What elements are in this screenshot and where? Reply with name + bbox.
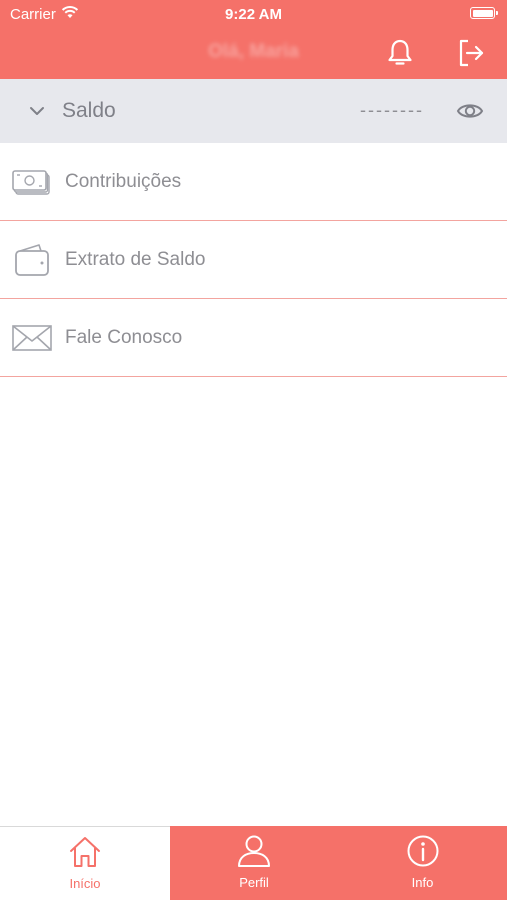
menu-item-fale-conosco[interactable]: Fale Conosco: [0, 299, 507, 377]
status-time: 9:22 AM: [225, 6, 282, 23]
battery-icon: [470, 7, 498, 19]
tab-bar: Início Perfil Info: [0, 826, 507, 900]
mail-icon: [12, 325, 52, 351]
chevron-down-icon[interactable]: [28, 102, 46, 120]
tab-info[interactable]: Info: [338, 826, 507, 900]
user-icon: [238, 835, 270, 867]
eye-icon[interactable]: [456, 98, 484, 124]
home-icon: [70, 837, 100, 867]
page-title: Olá, Maria: [208, 41, 299, 62]
menu-item-label: Extrato de Saldo: [65, 249, 206, 270]
info-icon: [407, 835, 438, 867]
wallet-icon: [15, 244, 49, 276]
menu-item-contribuicoes[interactable]: Contribuições: [0, 143, 507, 221]
saldo-label: Saldo: [62, 99, 116, 122]
tab-inicio[interactable]: Início: [0, 826, 170, 900]
logout-icon[interactable]: [456, 38, 486, 68]
tab-label: Info: [411, 875, 434, 890]
tab-label: Perfil: [239, 875, 269, 890]
tab-perfil[interactable]: Perfil: [170, 826, 338, 900]
money-icon: [12, 170, 50, 195]
menu-item-label: Fale Conosco: [65, 327, 183, 348]
bell-icon[interactable]: [386, 38, 414, 68]
menu-item-extrato[interactable]: Extrato de Saldo: [0, 221, 507, 299]
status-bar: Carrier 9:22 AM: [0, 0, 507, 28]
tab-label: Início: [69, 876, 101, 891]
saldo-value: --------: [360, 100, 424, 120]
saldo-row[interactable]: Saldo --------: [0, 79, 507, 143]
menu-item-label: Contribuições: [65, 171, 182, 192]
header: Carrier 9:22 AM Olá, Maria: [0, 0, 507, 79]
